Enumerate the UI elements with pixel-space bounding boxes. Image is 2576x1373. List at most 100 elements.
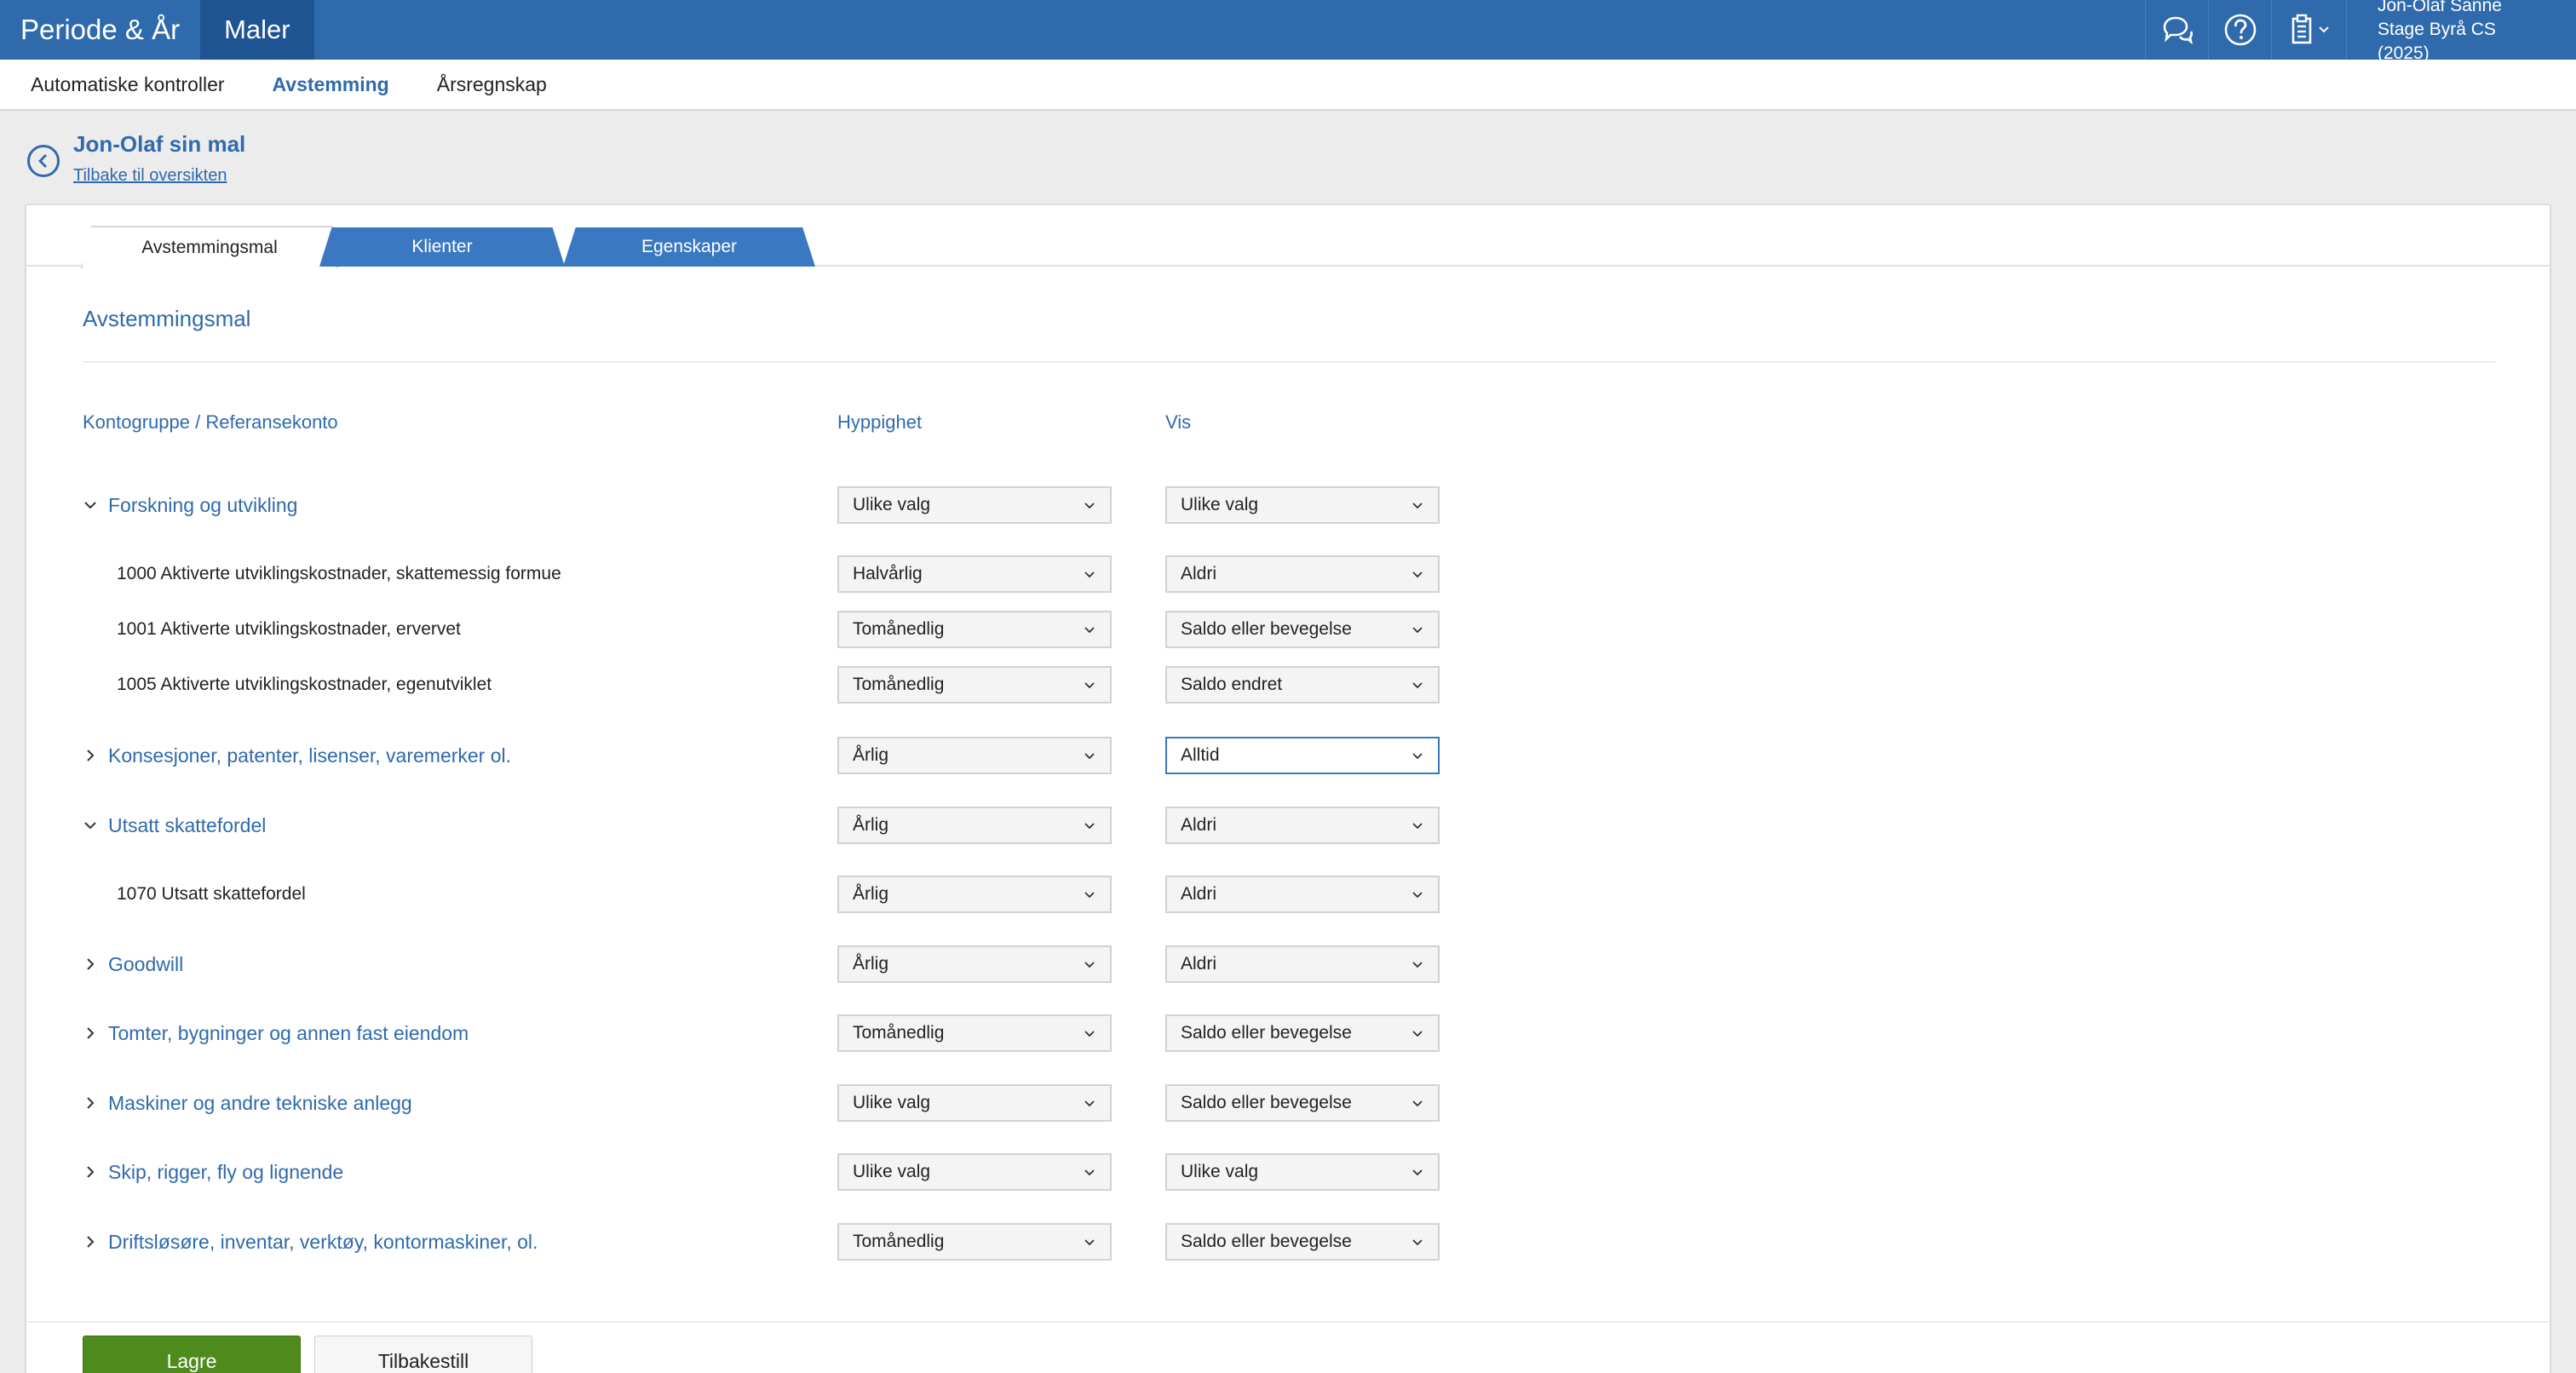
show-select[interactable]: Saldo eller bevegelse (1165, 1223, 1440, 1261)
maler-tab[interactable]: Maler (200, 0, 314, 60)
frequency-value: Årlig (853, 954, 889, 974)
frequency-select[interactable]: Årlig (837, 807, 1112, 844)
frequency-select[interactable]: Ulike valg (837, 1084, 1112, 1122)
chevron-down-icon (1412, 823, 1423, 830)
chevron-down-icon (1412, 1100, 1423, 1107)
chevron-right-icon[interactable] (83, 1164, 108, 1180)
clipboard-menu-button[interactable] (2271, 0, 2346, 60)
chevron-down-icon (1412, 753, 1423, 760)
group-label[interactable]: Utsatt skattefordel (83, 807, 266, 844)
tab-avstemmingsmal[interactable]: Avstemmingsmal (81, 226, 338, 268)
chevron-down-icon (1412, 682, 1423, 689)
tab-egenskaper[interactable]: Egenskaper (563, 227, 815, 267)
chevron-right-icon[interactable] (83, 957, 108, 972)
show-value: Saldo eller bevegelse (1181, 619, 1352, 639)
user-menu[interactable]: Jon-Olaf Sanne Stage Byrå CS (2025) (2346, 0, 2576, 63)
group-label[interactable]: Goodwill (83, 945, 183, 983)
footer-divider (26, 1321, 2550, 1323)
top-bar: Periode & År Maler Jon-Olaf Sanne Stage … (0, 0, 2576, 63)
nav-avstemming[interactable]: Avstemming (273, 73, 389, 96)
frequency-value: Tomånedlig (853, 619, 945, 639)
app-title[interactable]: Periode & År (0, 0, 200, 60)
show-select[interactable]: Ulike valg (1165, 486, 1440, 524)
back-button[interactable] (27, 145, 60, 177)
chevron-down-icon[interactable] (83, 497, 108, 513)
reset-button[interactable]: Tilbakestill (314, 1336, 532, 1373)
chevron-right-icon[interactable] (83, 1234, 108, 1249)
show-value: Ulike valg (1181, 1162, 1259, 1181)
tab-klienter[interactable]: Klienter (319, 227, 565, 267)
show-select[interactable]: Saldo eller bevegelse (1165, 1014, 1440, 1052)
show-select[interactable]: Alltid (1165, 737, 1440, 774)
chevron-down-icon (1412, 962, 1423, 968)
frequency-value: Årlig (853, 745, 889, 765)
show-select[interactable]: Saldo eller bevegelse (1165, 611, 1440, 648)
frequency-value: Årlig (853, 815, 889, 835)
nav-arsregnskap[interactable]: Årsregnskap (437, 73, 547, 96)
frequency-select[interactable]: Årlig (837, 945, 1112, 983)
back-link[interactable]: Tilbake til oversikten (73, 166, 227, 186)
help-icon (2224, 14, 2256, 46)
chevron-down-icon (1412, 572, 1423, 578)
chevron-down-icon (1412, 1031, 1423, 1037)
chevron-down-icon (2318, 26, 2329, 33)
chevron-down-icon (1412, 627, 1423, 634)
frequency-select[interactable]: Tomånedlig (837, 1223, 1112, 1261)
column-header-account: Kontogruppe / Referansekonto (83, 411, 338, 433)
help-button[interactable] (2208, 0, 2271, 60)
row-label-text: 1070 Utsatt skattefordel (117, 884, 306, 904)
group-label[interactable]: Forskning og utvikling (83, 486, 297, 524)
frequency-select[interactable]: Tomånedlig (837, 1014, 1112, 1052)
group-label[interactable]: Konsesjoner, patenter, lisenser, varemer… (83, 737, 511, 774)
frequency-select[interactable]: Tomånedlig (837, 611, 1112, 648)
chevron-down-icon (1412, 503, 1423, 509)
frequency-select[interactable]: Ulike valg (837, 486, 1112, 524)
chat-button[interactable] (2145, 0, 2208, 60)
frequency-value: Ulike valg (853, 495, 931, 514)
show-select[interactable]: Aldri (1165, 945, 1440, 983)
frequency-select[interactable]: Halvårlig (837, 555, 1112, 593)
group-label[interactable]: Skip, rigger, fly og lignende (83, 1153, 343, 1191)
show-select[interactable]: Aldri (1165, 807, 1440, 844)
show-select[interactable]: Aldri (1165, 555, 1440, 593)
section-title: Avstemmingsmal (83, 306, 251, 331)
group-label[interactable]: Driftsløsøre, inventar, verktøy, kontorm… (83, 1223, 538, 1261)
chevron-down-icon (1412, 1239, 1423, 1246)
frequency-select[interactable]: Årlig (837, 737, 1112, 774)
row-label-text: Goodwill (108, 952, 184, 975)
show-value: Aldri (1181, 815, 1217, 835)
chevron-down-icon (1084, 1100, 1095, 1107)
chevron-down-icon (1084, 1031, 1095, 1037)
row-label-text: Forskning og utvikling (108, 493, 298, 516)
nav-automatiske-kontroller[interactable]: Automatiske kontroller (31, 73, 225, 96)
row-label-text: 1000 Aktiverte utviklingskostnader, skat… (117, 564, 561, 583)
frequency-select[interactable]: Tomånedlig (837, 666, 1112, 704)
chevron-right-icon[interactable] (83, 748, 108, 763)
frequency-value: Årlig (853, 884, 889, 904)
account-row: 1005 Aktiverte utviklingskostnader, egen… (26, 666, 2550, 704)
section-divider (83, 361, 2495, 363)
chevron-down-icon (1084, 572, 1095, 578)
account-group-row: Skip, rigger, fly og lignende Ulike valg U… (26, 1153, 2550, 1191)
chat-icon (2163, 16, 2193, 44)
show-select[interactable]: Aldri (1165, 876, 1440, 913)
show-select[interactable]: Saldo eller bevegelse (1165, 1084, 1440, 1122)
chevron-down-icon[interactable] (83, 818, 108, 833)
account-group-row: Driftsløsøre, inventar, verktøy, kontorm… (26, 1223, 2550, 1261)
frequency-value: Ulike valg (853, 1093, 931, 1112)
row-label-text: Utsatt skattefordel (108, 813, 267, 836)
account-group-row: Forskning og utvikling Ulike valg Ulike va… (26, 486, 2550, 524)
show-select[interactable]: Saldo endret (1165, 666, 1440, 704)
chevron-right-icon[interactable] (83, 1025, 108, 1041)
save-button[interactable]: Lagre (83, 1336, 301, 1373)
chevron-right-icon[interactable] (83, 1095, 108, 1111)
group-label[interactable]: Maskiner og andre tekniske anlegg (83, 1084, 412, 1122)
group-label[interactable]: Tomter, bygninger og annen fast eiendom (83, 1014, 469, 1052)
frequency-select[interactable]: Ulike valg (837, 1153, 1112, 1191)
show-value: Aldri (1181, 954, 1217, 974)
show-value: Saldo eller bevegelse (1181, 1232, 1352, 1251)
frequency-select[interactable]: Årlig (837, 876, 1112, 913)
show-select[interactable]: Ulike valg (1165, 1153, 1440, 1191)
row-label-text: Maskiner og andre tekniske anlegg (108, 1091, 412, 1114)
